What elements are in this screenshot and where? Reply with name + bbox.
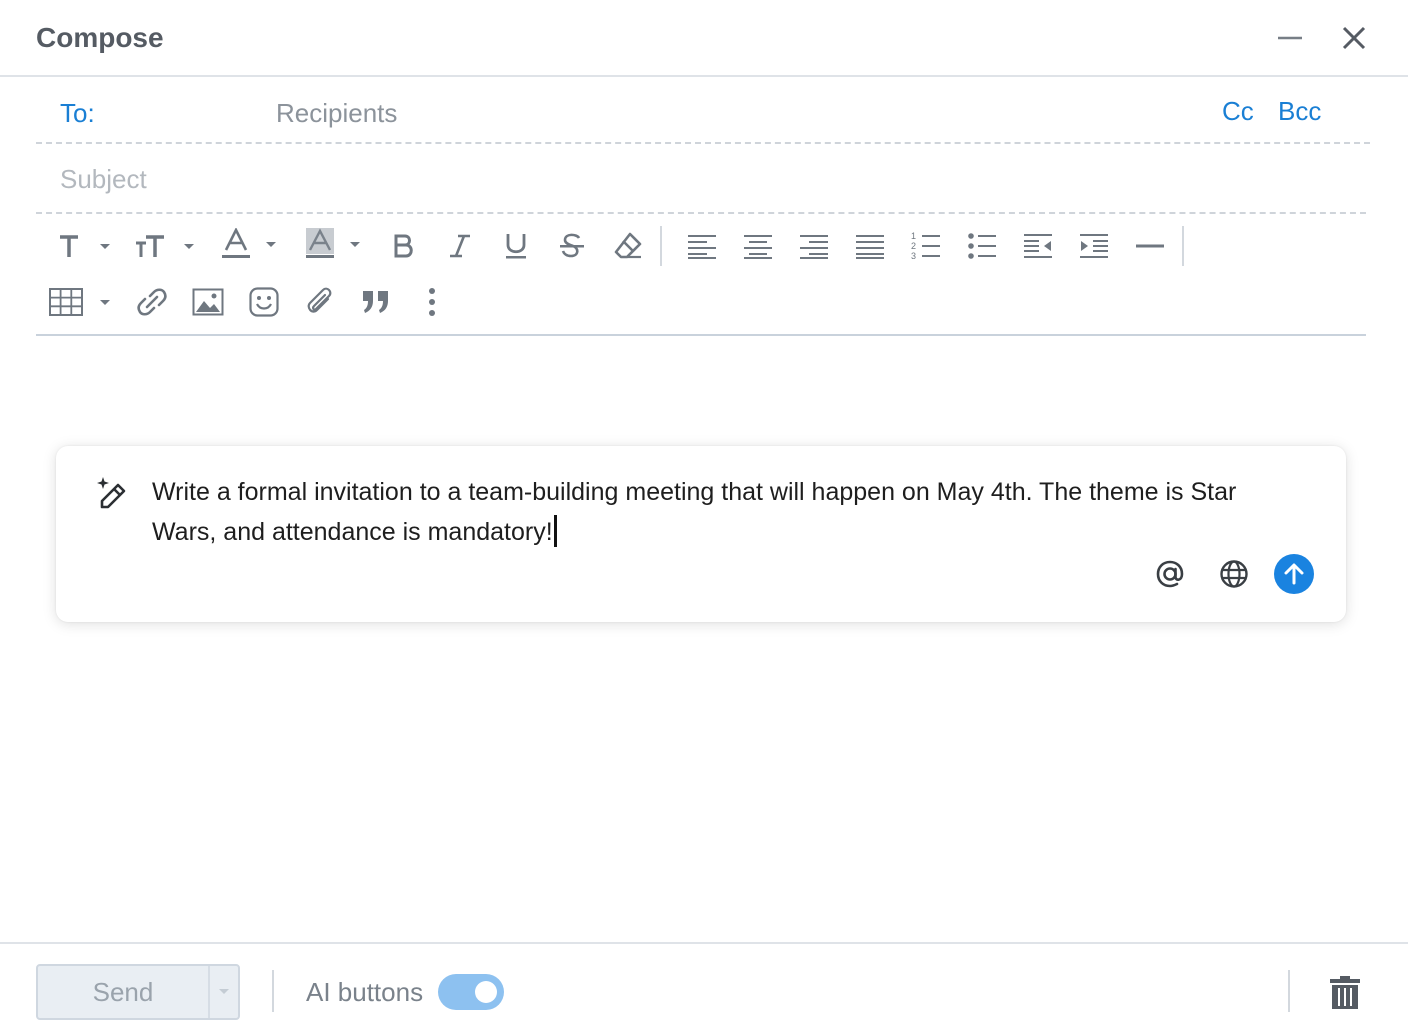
bcc-link[interactable]: Bcc — [1278, 96, 1321, 127]
send-arrow-icon — [1284, 563, 1304, 585]
ai-prompt-card: Write a formal invitation to a team-buil… — [56, 446, 1346, 622]
bold-button[interactable] — [386, 224, 422, 268]
emoji-button[interactable] — [246, 280, 282, 324]
attachment-button[interactable] — [302, 280, 338, 324]
magic-wand-icon — [94, 476, 128, 515]
close-button[interactable] — [1336, 20, 1372, 56]
font-size-icon — [136, 235, 194, 257]
numbered-list-icon: 1 2 3 — [911, 231, 940, 261]
text-color-button[interactable] — [216, 224, 282, 268]
indent-button[interactable] — [1076, 224, 1112, 268]
italic-icon — [450, 234, 470, 258]
send-button-group: Send — [36, 964, 240, 1020]
chevron-down-icon — [219, 989, 229, 994]
text-caret — [553, 515, 557, 547]
toolbar-separator — [660, 226, 662, 266]
align-center-icon — [744, 235, 772, 259]
clear-formatting-icon — [614, 232, 642, 259]
table-button[interactable] — [48, 280, 116, 324]
emoji-icon — [249, 287, 279, 317]
underline-button[interactable] — [498, 224, 534, 268]
formatting-toolbar: 1 2 3 — [36, 214, 1366, 336]
quote-button[interactable] — [358, 280, 394, 324]
align-right-button[interactable] — [796, 224, 832, 268]
underline-icon — [506, 234, 526, 259]
image-icon — [192, 288, 224, 316]
trash-icon — [1330, 976, 1360, 1009]
text-color-icon — [222, 228, 276, 258]
footer-separator — [272, 970, 274, 1012]
font-icon — [60, 235, 110, 257]
compose-footer: Send AI buttons — [0, 942, 1408, 1036]
quote-icon — [363, 291, 388, 313]
bold-icon — [394, 234, 413, 258]
strikethrough-icon — [560, 233, 584, 258]
strikethrough-button[interactable] — [554, 224, 590, 268]
cc-link[interactable]: Cc — [1222, 96, 1254, 127]
font-button[interactable] — [52, 224, 116, 268]
bulleted-list-icon — [968, 233, 996, 259]
svg-text:2: 2 — [911, 241, 916, 251]
align-left-button[interactable] — [684, 224, 720, 268]
minimize-button[interactable] — [1272, 20, 1308, 56]
close-icon — [1342, 26, 1366, 50]
send-options-button[interactable] — [210, 966, 238, 1018]
justify-button[interactable] — [852, 224, 888, 268]
compose-title: Compose — [36, 22, 164, 53]
link-icon — [137, 288, 167, 316]
horizontal-rule-button[interactable] — [1132, 224, 1168, 268]
italic-button[interactable] — [442, 224, 478, 268]
at-icon — [1156, 560, 1184, 588]
background-color-button[interactable] — [302, 224, 368, 268]
font-size-button[interactable] — [132, 224, 200, 268]
more-button[interactable] — [416, 280, 448, 324]
delete-button[interactable] — [1326, 972, 1364, 1012]
recipients-input[interactable] — [276, 95, 1136, 131]
outdent-button[interactable] — [1020, 224, 1056, 268]
svg-text:1: 1 — [911, 231, 916, 241]
ai-prompt-input[interactable]: Write a formal invitation to a team-buil… — [152, 472, 1302, 552]
to-label: To: — [60, 98, 95, 128]
numbered-list-button[interactable]: 1 2 3 — [908, 224, 944, 268]
link-button[interactable] — [134, 280, 170, 324]
footer-separator — [1288, 970, 1290, 1012]
ai-submit-button[interactable] — [1274, 554, 1314, 594]
horizontal-rule-icon — [1136, 244, 1164, 248]
toggle-knob — [475, 981, 497, 1003]
align-right-icon — [800, 235, 828, 259]
send-button[interactable]: Send — [38, 966, 210, 1018]
justify-icon — [856, 235, 884, 259]
subject-input[interactable] — [60, 161, 1340, 197]
language-button[interactable] — [1214, 554, 1254, 594]
svg-text:3: 3 — [911, 251, 916, 261]
align-center-button[interactable] — [740, 224, 776, 268]
subject-row — [36, 144, 1366, 214]
indent-icon — [1080, 234, 1108, 258]
bulleted-list-button[interactable] — [964, 224, 1000, 268]
ai-buttons-label: AI buttons — [306, 977, 424, 1007]
toolbar-separator — [1182, 226, 1184, 266]
background-color-icon — [306, 228, 360, 258]
more-icon — [429, 288, 435, 316]
ai-prompt-text: Write a formal invitation to a team-buil… — [152, 478, 1237, 546]
mention-button[interactable] — [1150, 554, 1190, 594]
minimize-icon — [1278, 36, 1302, 40]
align-left-icon — [688, 235, 716, 259]
ai-buttons-toggle[interactable] — [438, 974, 504, 1010]
clear-formatting-button[interactable] — [610, 224, 646, 268]
image-button[interactable] — [190, 280, 226, 324]
attachment-icon — [307, 287, 332, 313]
table-icon — [49, 288, 110, 316]
outdent-icon — [1024, 234, 1052, 258]
compose-header: Compose — [0, 0, 1408, 77]
globe-icon — [1220, 560, 1248, 588]
to-row: To: Cc Bcc — [36, 78, 1370, 144]
